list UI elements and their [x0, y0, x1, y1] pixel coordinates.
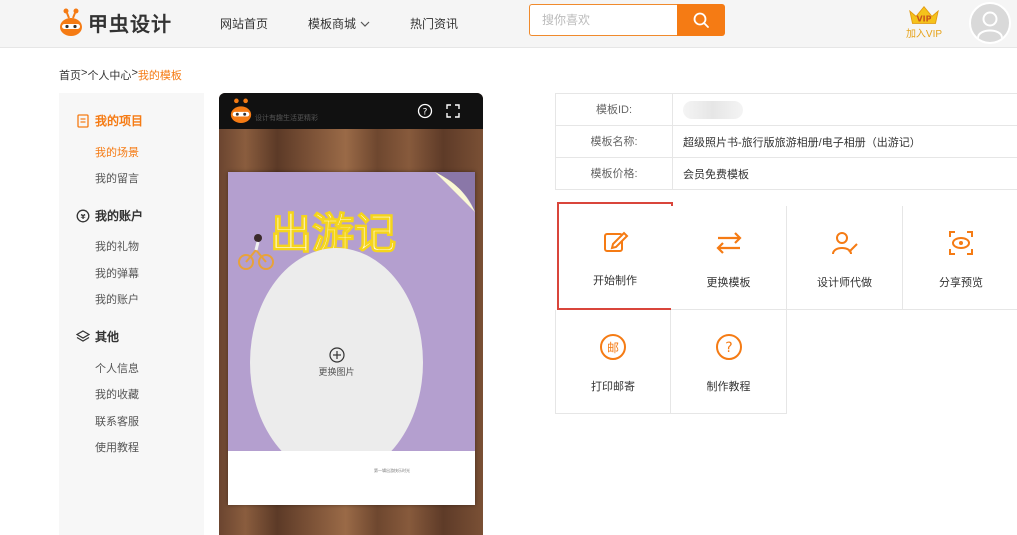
sidebar-item-my-danmaku[interactable]: 我的弹幕	[95, 265, 139, 281]
sidebar-item-my-messages[interactable]: 我的留言	[95, 170, 139, 186]
sidebar-item-my-account[interactable]: 我的账户	[95, 291, 139, 307]
search-button[interactable]	[677, 4, 725, 36]
edit-icon	[604, 231, 629, 252]
sidebar-group-other[interactable]: 其他	[76, 328, 119, 345]
nav-template-store-label: 模板商城	[308, 17, 357, 31]
sidebar: 我的项目 我的场景 我的留言 ¥ 我的账户 我的礼物 我的弹幕 我的账户 其他 …	[59, 93, 204, 535]
tutorial-button[interactable]: ? 制作教程	[671, 310, 787, 414]
sidebar-item-my-scenes[interactable]: 我的场景	[95, 144, 139, 160]
sidebar-group-title: 我的账户	[95, 209, 144, 223]
help-icon[interactable]: ?	[417, 103, 433, 119]
designer-service-button[interactable]: 设计师代做	[787, 206, 903, 310]
preview-toolbar: 设计有趣生活更精彩 ?	[219, 93, 483, 129]
info-row-price: 模板价格: 会员免费模板	[555, 157, 1017, 190]
action-label: 打印邮寄	[591, 381, 635, 393]
help-icon: ?	[715, 334, 742, 360]
user-avatar-icon	[977, 11, 1003, 38]
add-photo-icon	[328, 347, 345, 363]
action-label: 开始制作	[593, 275, 637, 287]
breadcrumb-user-center[interactable]: 个人中心	[87, 67, 131, 83]
nav-template-store[interactable]: 模板商城	[308, 15, 370, 32]
chevron-down-icon	[360, 21, 370, 27]
template-preview: 设计有趣生活更精彩 ? 出游记 更换图片 第一辑出游快乐时光	[219, 93, 483, 535]
sidebar-item-profile[interactable]: 个人信息	[95, 360, 139, 376]
template-price-value: 会员免费模板	[683, 168, 749, 181]
vip-badge-text: VIP	[917, 15, 932, 24]
info-label: 模板ID:	[555, 93, 673, 126]
vip-label: 加入VIP	[905, 29, 943, 40]
breadcrumb-current: 我的模板	[137, 70, 182, 82]
template-info-table: 模板ID: 模板名称: 超级照片书-旅行版旅游相册/电子相册（出游记） 模板价格…	[555, 93, 1017, 190]
nav-home-label: 网站首页	[220, 17, 269, 31]
cyclist-illustration-icon	[238, 234, 274, 270]
action-grid: 开始制作 更换模板 设计师代做 分享预览 邮 打印邮寄 ? 制作教程	[555, 202, 1017, 414]
action-label: 更换模板	[706, 277, 751, 289]
blurred-id	[683, 100, 743, 119]
fullscreen-icon[interactable]	[445, 103, 461, 119]
page-footer-strip	[228, 451, 475, 505]
action-label: 制作教程	[706, 381, 751, 393]
change-template-button[interactable]: 更换模板	[671, 206, 787, 310]
layers-icon	[76, 329, 90, 342]
print-mail-button[interactable]: 邮 打印邮寄	[555, 310, 671, 414]
change-photo-area[interactable]: 更换图片	[250, 248, 423, 477]
info-row-id: 模板ID:	[555, 93, 1017, 126]
sidebar-group-my-projects[interactable]: 我的项目	[76, 112, 143, 129]
breadcrumb-home[interactable]: 首页	[59, 67, 81, 83]
eye-icon	[949, 231, 973, 255]
logo-text: 甲虫设计	[88, 11, 172, 36]
beetle-logo-icon	[230, 98, 252, 123]
search-input[interactable]	[529, 4, 677, 36]
mail-icon: 邮	[600, 334, 626, 360]
album-page: 出游记 更换图片 第一辑出游快乐时光	[228, 172, 475, 505]
site-logo[interactable]: 甲虫设计	[58, 6, 172, 38]
search-bar	[529, 4, 725, 36]
svg-text:?: ?	[423, 108, 428, 118]
svg-text:¥: ¥	[81, 213, 86, 221]
main-nav: 网站首页 模板商城 热门资讯	[220, 15, 498, 32]
info-label: 模板价格:	[555, 157, 673, 190]
sidebar-item-my-gifts[interactable]: 我的礼物	[95, 238, 139, 254]
page-caption: 第一辑出游快乐时光	[374, 468, 410, 473]
page-curl-icon[interactable]	[435, 172, 475, 212]
search-icon	[693, 12, 709, 28]
swap-icon	[715, 232, 742, 254]
action-label: 设计师代做	[817, 277, 872, 289]
sidebar-group-title: 我的项目	[95, 114, 144, 128]
sidebar-item-favorites[interactable]: 我的收藏	[95, 386, 139, 402]
nav-hot-news[interactable]: 热门资讯	[410, 15, 458, 32]
beetle-logo-icon	[60, 8, 82, 36]
action-label: 分享预览	[939, 277, 983, 289]
start-making-button[interactable]: 开始制作	[557, 202, 673, 310]
template-name-value: 超级照片书-旅行版旅游相册/电子相册（出游记）	[683, 136, 921, 149]
vip-crown-icon: VIP	[909, 5, 939, 24]
svg-text:?: ?	[725, 340, 732, 356]
breadcrumb: 首页 > 个人中心 > 我的模板	[59, 67, 182, 83]
sidebar-item-support[interactable]: 联系客服	[95, 413, 139, 429]
sidebar-item-tutorial[interactable]: 使用教程	[95, 439, 139, 455]
info-label: 模板名称:	[555, 125, 673, 158]
share-preview-button[interactable]: 分享预览	[903, 206, 1017, 310]
nav-home[interactable]: 网站首页	[220, 15, 268, 32]
nav-hot-news-label: 热门资讯	[410, 17, 459, 31]
avatar[interactable]	[969, 2, 1011, 44]
change-photo-label: 更换图片	[318, 367, 355, 377]
designer-icon	[831, 232, 858, 255]
document-icon	[77, 113, 89, 128]
sidebar-group-title: 其他	[95, 330, 120, 344]
preview-tagline: 设计有趣生活更精彩	[255, 115, 318, 122]
join-vip-button[interactable]: VIP 加入VIP	[902, 4, 946, 40]
info-row-name: 模板名称: 超级照片书-旅行版旅游相册/电子相册（出游记）	[555, 125, 1017, 158]
template-id-value	[673, 100, 743, 119]
wallet-icon: ¥	[76, 209, 90, 222]
svg-text:邮: 邮	[607, 341, 619, 355]
sidebar-group-my-account[interactable]: ¥ 我的账户	[76, 207, 143, 224]
top-header: 甲虫设计 网站首页 模板商城 热门资讯 VIP 加入VIP	[0, 0, 1017, 48]
